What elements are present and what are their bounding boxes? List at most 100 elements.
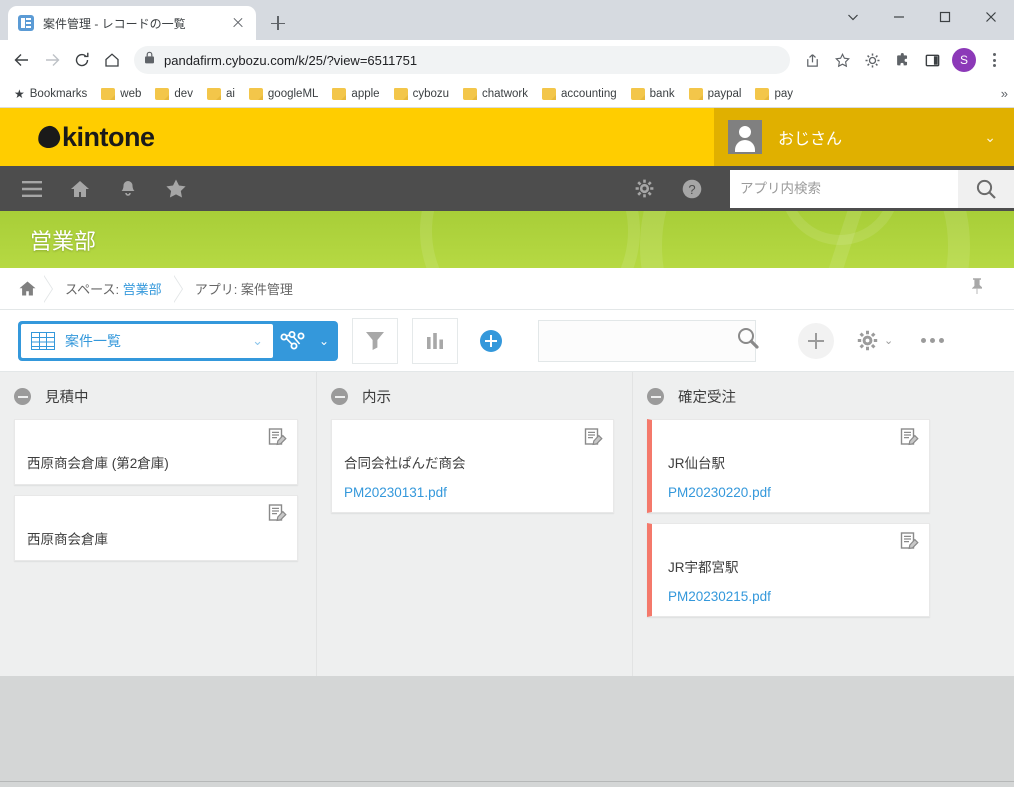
bookmark-folder[interactable]: accounting	[536, 85, 623, 103]
folder-icon	[463, 88, 477, 100]
kanban-card-file-link[interactable]: PM20230131.pdf	[344, 485, 601, 500]
bookmark-label: cybozu	[413, 88, 449, 100]
bookmark-folder[interactable]: dev	[149, 85, 199, 103]
star-icon: ★	[14, 87, 25, 101]
folder-icon	[332, 88, 346, 100]
bookmark-label: googleML	[268, 88, 319, 100]
bookmark-folder[interactable]: chatwork	[457, 85, 534, 103]
bookmark-folder[interactable]: cybozu	[388, 85, 455, 103]
help-icon[interactable]: ?	[668, 166, 716, 211]
kanban-card[interactable]: 西原商会倉庫 (第2倉庫)	[14, 419, 298, 485]
close-icon[interactable]	[228, 13, 248, 33]
search-icon[interactable]	[958, 170, 1014, 208]
home-icon[interactable]	[98, 46, 126, 74]
bookmark-root[interactable]: ★ Bookmarks	[8, 84, 93, 104]
add-record-plus-icon[interactable]	[798, 323, 834, 359]
search-input[interactable]	[730, 170, 958, 208]
minimize-icon[interactable]	[876, 0, 922, 34]
reload-icon[interactable]	[68, 46, 96, 74]
kanban-card-file-link[interactable]: PM20230215.pdf	[668, 589, 917, 604]
view-selector-inner[interactable]: 案件一覧 ⌄	[21, 324, 273, 358]
tab-search-chevron-down-icon[interactable]	[830, 0, 876, 34]
bookmark-label: apple	[351, 88, 379, 100]
bookmark-folder[interactable]: pay	[749, 85, 799, 103]
more-dots-icon[interactable]	[921, 338, 944, 343]
chevron-down-icon: ⌄	[984, 129, 996, 146]
kanban-card[interactable]: 合同会社ぱんだ商会 PM20230131.pdf	[331, 419, 614, 513]
breadcrumb-separator	[174, 275, 183, 303]
bookmark-folder[interactable]: ai	[201, 85, 241, 103]
close-window-icon[interactable]	[968, 0, 1014, 34]
edit-record-icon[interactable]	[268, 504, 287, 528]
bookmark-star-icon[interactable]	[828, 46, 856, 74]
view-toolbar: 案件一覧 ⌄ ⌄	[0, 310, 1014, 372]
address-bar[interactable]: pandafirm.cybozu.com/k/25/?view=6511751	[134, 46, 790, 74]
bookmark-label: web	[120, 88, 141, 100]
collapse-minus-icon[interactable]	[14, 388, 31, 405]
bookmarks-overflow-icon[interactable]: »	[1001, 86, 1008, 101]
edit-record-icon[interactable]	[900, 532, 919, 556]
filter-funnel-icon[interactable]	[352, 318, 398, 364]
kanban-card[interactable]: JR宇都宮駅 PM20230215.pdf	[647, 523, 930, 617]
browser-tab[interactable]: 案件管理 - レコードの一覧	[8, 6, 256, 40]
folder-icon	[542, 88, 556, 100]
bookmark-folder[interactable]: googleML	[243, 85, 325, 103]
record-search-input[interactable]	[539, 333, 735, 348]
view-selector[interactable]: 案件一覧 ⌄ ⌄	[18, 321, 338, 361]
bar-chart-icon[interactable]	[412, 318, 458, 364]
maximize-icon[interactable]	[922, 0, 968, 34]
app-settings-gear[interactable]: ⌄	[856, 329, 893, 352]
home-icon[interactable]	[56, 166, 104, 211]
breadcrumb-space-prefix: スペース:	[65, 282, 123, 297]
gear-icon[interactable]	[620, 166, 668, 211]
plus-circle-icon[interactable]	[480, 330, 502, 352]
share-icon[interactable]	[798, 46, 826, 74]
bookmark-label: pay	[774, 88, 793, 100]
pin-icon[interactable]	[970, 277, 984, 300]
breadcrumb-space-link[interactable]: 営業部	[123, 282, 162, 297]
favorite-star-icon[interactable]	[152, 166, 200, 211]
bookmark-folder[interactable]: paypal	[683, 85, 748, 103]
page-background	[0, 676, 1014, 733]
process-graph-icon[interactable]	[273, 331, 313, 351]
edit-record-icon[interactable]	[584, 428, 603, 452]
extensions-puzzle-icon[interactable]	[888, 46, 916, 74]
menu-icon[interactable]	[8, 166, 56, 211]
bookmark-folder[interactable]: web	[95, 85, 147, 103]
user-menu[interactable]: おじさん ⌄	[714, 108, 1014, 166]
record-search[interactable]	[538, 320, 756, 362]
kanban-card-title: JR仙台駅	[668, 452, 917, 472]
table-grid-icon	[31, 332, 55, 350]
breadcrumb-home-icon[interactable]	[10, 280, 44, 297]
kintone-logo[interactable]: kintone	[0, 108, 714, 166]
folder-icon	[755, 88, 769, 100]
bookmark-folder[interactable]: bank	[625, 85, 681, 103]
user-name: おじさん	[778, 125, 984, 149]
kanban-card-title: 合同会社ぱんだ商会	[344, 452, 601, 472]
sidepanel-icon[interactable]	[918, 46, 946, 74]
kanban-card-title: JR宇都宮駅	[668, 556, 917, 576]
svg-text:?: ?	[688, 182, 695, 197]
new-tab-button[interactable]	[264, 9, 292, 37]
back-icon[interactable]	[8, 46, 36, 74]
breadcrumb-space: スペース: 営業部	[53, 279, 174, 298]
lock-icon	[144, 51, 155, 69]
search-icon[interactable]	[735, 325, 761, 356]
kanban-card[interactable]: JR仙台駅 PM20230220.pdf	[647, 419, 930, 513]
edit-record-icon[interactable]	[900, 428, 919, 452]
kanban-column-header: 見積中	[14, 386, 298, 407]
chrome-menu-icon[interactable]	[982, 48, 1006, 72]
process-chevron-down-icon[interactable]: ⌄	[313, 334, 335, 348]
settings-gear-icon[interactable]	[858, 46, 886, 74]
kanban-column-title: 確定受注	[678, 386, 736, 407]
collapse-minus-icon[interactable]	[331, 388, 348, 405]
kanban-card[interactable]: 西原商会倉庫	[14, 495, 298, 561]
kanban-card-file-link[interactable]: PM20230220.pdf	[668, 485, 917, 500]
browser-titlebar: 案件管理 - レコードの一覧	[0, 0, 1014, 40]
edit-record-icon[interactable]	[268, 428, 287, 452]
profile-avatar[interactable]: S	[952, 48, 976, 72]
forward-icon[interactable]	[38, 46, 66, 74]
collapse-minus-icon[interactable]	[647, 388, 664, 405]
notification-bell-icon[interactable]	[104, 166, 152, 211]
bookmark-folder[interactable]: apple	[326, 85, 385, 103]
